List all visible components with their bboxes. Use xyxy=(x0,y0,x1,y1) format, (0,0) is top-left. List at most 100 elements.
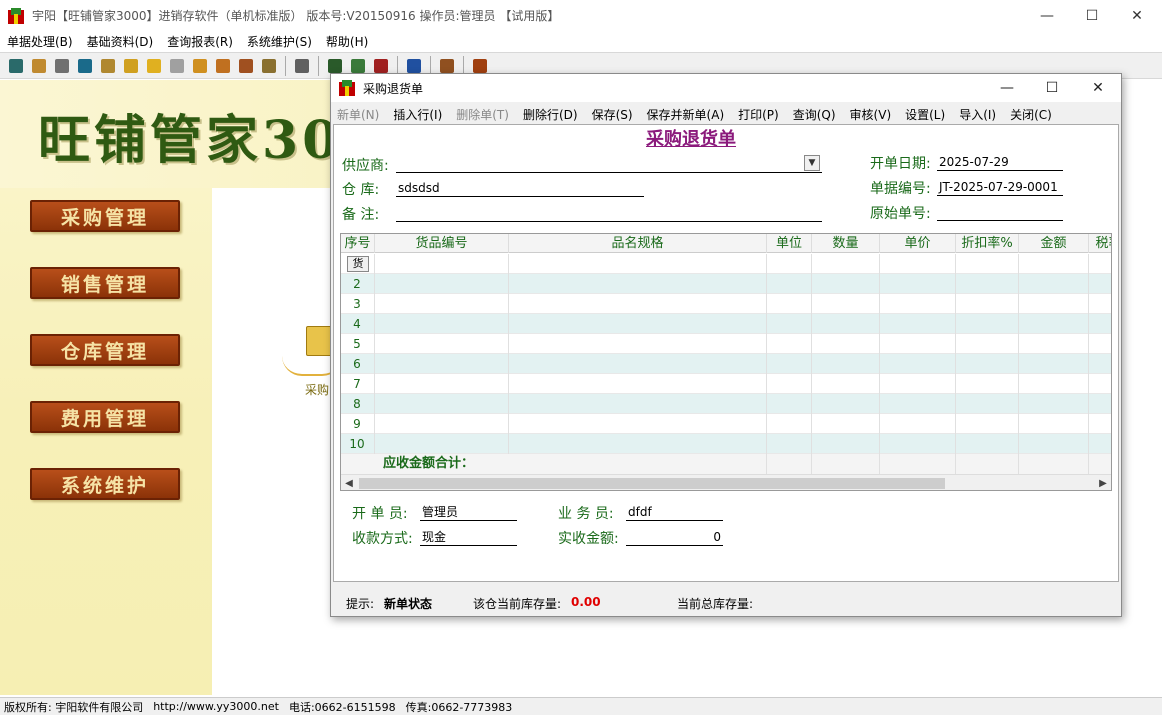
col-item-code[interactable]: 货品编号 xyxy=(375,234,509,253)
purchase-flow-label[interactable]: 采购 xyxy=(305,381,329,398)
menu-close[interactable]: 关闭(C) xyxy=(1010,106,1052,123)
table-row[interactable]: 4 xyxy=(341,314,1111,334)
menu-system[interactable]: 系统维护(S) xyxy=(240,33,319,50)
payment-method-label: 收款方式: xyxy=(352,531,413,547)
menu-audit[interactable]: 审核(V) xyxy=(850,106,892,123)
received-amount-label: 实收金额: xyxy=(558,531,619,547)
stack-icon xyxy=(101,58,115,73)
nav-warehouse-button[interactable]: 仓库管理 xyxy=(30,334,180,366)
table-row[interactable]: 9 xyxy=(341,414,1111,434)
salesman-field[interactable]: dfdf xyxy=(626,503,723,521)
menu-save-and-new[interactable]: 保存并新单(A) xyxy=(647,106,725,123)
remark-label: 备 注: xyxy=(342,207,380,223)
col-amount[interactable]: 金额 xyxy=(1019,234,1089,253)
col-seq[interactable]: 序号 xyxy=(341,234,375,253)
toolbar-button[interactable] xyxy=(6,56,26,76)
toolbar-button[interactable] xyxy=(98,56,118,76)
stock-label: 该仓当前库存量: xyxy=(473,597,562,611)
creator-field[interactable]: 管理员 xyxy=(420,503,517,521)
col-tax[interactable]: 税率 xyxy=(1089,234,1111,253)
drum-icon xyxy=(78,58,92,73)
maximize-button[interactable]: ☐ xyxy=(1069,0,1115,31)
help-icon xyxy=(407,58,421,73)
scroll-right-icon[interactable]: ▶ xyxy=(1095,475,1111,490)
dialog-title: 采购退货单 xyxy=(363,81,424,96)
menu-delete-row[interactable]: 删除行(D) xyxy=(523,106,578,123)
supplier-field[interactable] xyxy=(396,155,822,173)
menu-bill[interactable]: 单据处理(B) xyxy=(0,33,80,50)
col-unit[interactable]: 单位 xyxy=(767,234,812,253)
nav-sales-button[interactable]: 销售管理 xyxy=(30,267,180,299)
table-row[interactable]: 3 xyxy=(341,294,1111,314)
banner-title: 旺铺管家30 xyxy=(38,110,343,171)
purchase-return-dialog: 采购退货单 — ☐ ✕ 新单(N) 插入行(I) 删除单(T) 删除行(D) 保… xyxy=(330,73,1122,617)
scroll-left-icon[interactable]: ◀ xyxy=(341,475,357,490)
dialog-titlebar: 采购退货单 — ☐ ✕ xyxy=(331,74,1121,102)
user-icon xyxy=(295,58,309,73)
salesman-label: 业 务 员: xyxy=(558,506,614,522)
menu-save[interactable]: 保存(S) xyxy=(592,106,633,123)
col-discount[interactable]: 折扣率% xyxy=(956,234,1019,253)
website-link[interactable]: http://www.yy3000.net xyxy=(153,700,279,713)
menu-reports[interactable]: 查询报表(R) xyxy=(160,33,240,50)
menu-print[interactable]: 打印(P) xyxy=(738,106,779,123)
bar-chart-icon xyxy=(193,58,207,73)
minimize-button[interactable]: — xyxy=(1024,0,1070,31)
payment-method-field[interactable]: 现金 xyxy=(420,528,517,546)
dialog-maximize-button[interactable]: ☐ xyxy=(1029,74,1075,102)
scroll-thumb[interactable] xyxy=(359,478,945,489)
dialog-close-button[interactable]: ✕ xyxy=(1075,74,1121,102)
bar-chart-2-icon xyxy=(216,58,230,73)
toolbar-button[interactable] xyxy=(29,56,49,76)
toolbar-button[interactable] xyxy=(167,56,187,76)
nav-system-button[interactable]: 系统维护 xyxy=(30,468,180,500)
toolbar-button[interactable] xyxy=(292,56,312,76)
table-row[interactable]: 8 xyxy=(341,394,1111,414)
orig-no-field[interactable] xyxy=(937,203,1063,221)
toolbar-separator xyxy=(318,55,319,76)
nav-expense-button[interactable]: 费用管理 xyxy=(30,401,180,433)
col-item-name[interactable]: 品名规格 xyxy=(509,234,767,253)
toolbar-button[interactable] xyxy=(236,56,256,76)
col-quantity[interactable]: 数量 xyxy=(812,234,880,253)
menu-query[interactable]: 查询(Q) xyxy=(793,106,836,123)
table-row[interactable]: 2 xyxy=(341,274,1111,294)
col-price[interactable]: 单价 xyxy=(880,234,956,253)
warehouse-field[interactable]: sdsdsd xyxy=(396,179,644,197)
toolbar-separator xyxy=(285,55,286,76)
table-row[interactable]: 5 xyxy=(341,334,1111,354)
chevron-down-icon[interactable]: ▼ xyxy=(804,155,820,171)
open-date-field[interactable]: 2025-07-29 xyxy=(937,153,1063,171)
grid-horizontal-scrollbar[interactable]: ◀ ▶ xyxy=(341,474,1111,490)
received-amount-field[interactable]: 0 xyxy=(626,528,723,546)
toolbar-button[interactable] xyxy=(213,56,233,76)
remark-field[interactable] xyxy=(396,204,822,222)
table-row[interactable]: 10 xyxy=(341,434,1111,454)
tools-icon xyxy=(262,58,276,73)
open-date-label: 开单日期: xyxy=(870,156,931,172)
menu-import[interactable]: 导入(I) xyxy=(959,106,996,123)
menu-delete-doc[interactable]: 删除单(T) xyxy=(456,106,509,123)
purchase-flow-icon[interactable] xyxy=(306,326,332,356)
table-row[interactable]: 货 xyxy=(341,254,1111,274)
toolbar-button[interactable] xyxy=(75,56,95,76)
supplier-label: 供应商: xyxy=(342,158,389,174)
menu-help[interactable]: 帮助(H) xyxy=(319,33,375,50)
grid-icon xyxy=(374,58,388,73)
close-button[interactable]: ✕ xyxy=(1114,0,1160,31)
menu-insert-row[interactable]: 插入行(I) xyxy=(393,106,442,123)
note-icon xyxy=(170,58,184,73)
menu-settings[interactable]: 设置(L) xyxy=(905,106,945,123)
table-row[interactable]: 7 xyxy=(341,374,1111,394)
toolbar-button[interactable] xyxy=(190,56,210,76)
table-row[interactable]: 6 xyxy=(341,354,1111,374)
dialog-minimize-button[interactable]: — xyxy=(984,74,1030,102)
menu-new-doc[interactable]: 新单(N) xyxy=(337,106,379,123)
toolbar-button[interactable] xyxy=(144,56,164,76)
menu-base-data[interactable]: 基础资料(D) xyxy=(80,33,161,50)
toolbar-button[interactable] xyxy=(121,56,141,76)
doc-no-field[interactable]: JT-2025-07-29-0001 xyxy=(937,178,1063,196)
toolbar-button[interactable] xyxy=(259,56,279,76)
nav-purchase-button[interactable]: 采购管理 xyxy=(30,200,180,232)
toolbar-button[interactable] xyxy=(52,56,72,76)
